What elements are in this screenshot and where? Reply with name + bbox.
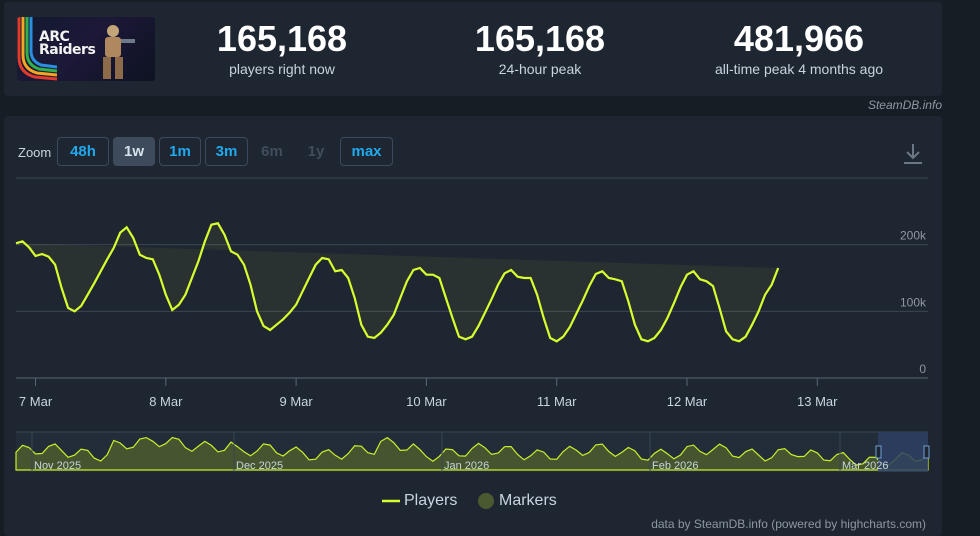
navigator-month-label: Dec 2025 [236, 460, 283, 472]
navigator-right-handle[interactable] [923, 445, 930, 459]
x-tick-label: 9 Mar [279, 394, 313, 409]
peak-24h-value: 165,168 [474, 18, 606, 59]
highcharts-credit[interactable]: data by SteamDB.info (powered by highcha… [651, 517, 926, 531]
y-axis-labels: 0 100k 200k [900, 229, 927, 376]
navigator[interactable]: Nov 2025 Dec 2025 Jan 2026 Feb 2026 Mar 2026 [15, 431, 930, 472]
current-players-value: 165,168 [216, 18, 348, 59]
logo-character-graphic [103, 25, 135, 79]
chart-panel: Zoom 48h 1w 1m 3m 6m 1y max 0 100k 200k 7 … [4, 116, 942, 536]
game-logo[interactable]: ARC Raiders [17, 17, 155, 81]
current-players-label: players right now [229, 61, 335, 77]
stat-current-players: 165,168 players right now [210, 20, 354, 78]
legend-players[interactable]: Players [382, 492, 457, 510]
markers-legend-dot-icon [478, 493, 494, 509]
steamdb-credit[interactable]: SteamDB.info [868, 98, 942, 112]
navigator-left-handle[interactable] [875, 445, 882, 459]
x-tick-label: 11 Mar [537, 394, 577, 409]
y-tick-label: 200k [900, 229, 927, 243]
x-axis-labels: 7 Mar 8 Mar 9 Mar 10 Mar 11 Mar 12 Mar 13 Mar [19, 378, 838, 409]
navigator-month-label: Jan 2026 [444, 460, 489, 472]
stat-24h-peak: 165,168 24-hour peak [468, 20, 612, 78]
peak-24h-label: 24-hour peak [498, 61, 582, 77]
players-legend-line-icon [382, 499, 400, 503]
navigator-month-label: Nov 2025 [34, 460, 81, 472]
y-tick-label: 100k [900, 295, 927, 309]
all-time-peak-label: all-time peak 4 months ago [714, 61, 884, 77]
y-tick-label: 0 [919, 362, 926, 376]
navigator-month-label: Mar 2026 [842, 460, 888, 472]
stats-panel: ARC Raiders 165,168 players right now 165… [4, 2, 942, 96]
navigator-month-label: Feb 2026 [652, 460, 698, 472]
x-tick-label: 13 Mar [797, 394, 838, 409]
x-tick-label: 8 Mar [149, 394, 183, 409]
all-time-peak-value: 481,966 [733, 18, 865, 59]
stat-all-time-peak: 481,966 all-time peak 4 months ago [694, 20, 904, 78]
logo-title: ARC Raiders [39, 29, 96, 58]
x-tick-label: 7 Mar [19, 394, 53, 409]
legend-markers[interactable]: Markers [478, 492, 557, 510]
x-tick-label: 10 Mar [406, 394, 447, 409]
x-tick-label: 12 Mar [667, 394, 708, 409]
players-chart: 0 100k 200k 7 Mar 8 Mar 9 Mar 10 Mar 11 Mar 12 … [15, 177, 930, 472]
